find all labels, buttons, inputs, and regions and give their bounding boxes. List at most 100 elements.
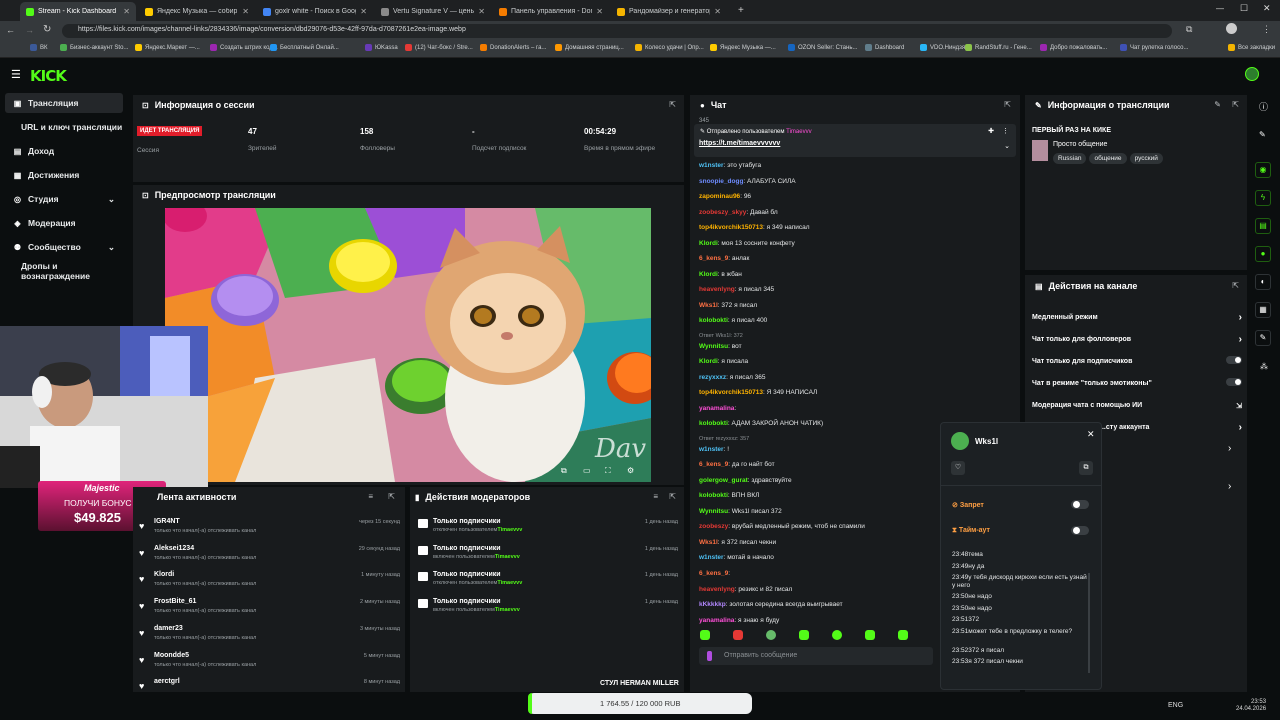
chat-username[interactable]: zoobeszy_skyy (699, 209, 746, 216)
kick-logo[interactable]: KICK (30, 67, 67, 85)
bookmark-item[interactable]: Все закладки (1228, 44, 1275, 51)
chat-username[interactable]: Wynnitsu (699, 343, 728, 350)
popout-icon[interactable]: ⇱ (388, 492, 395, 501)
reload-icon[interactable]: ↻ (43, 24, 51, 35)
emote-icon[interactable] (898, 630, 908, 640)
category-name[interactable]: Просто общение (1053, 141, 1107, 148)
lightning-icon[interactable]: ϟ (1255, 190, 1271, 206)
emote-icon[interactable] (799, 630, 809, 640)
popout-icon[interactable]: ⇱ (669, 492, 676, 501)
chat-username[interactable]: yanamalina (699, 617, 734, 624)
external-link-icon[interactable]: ⇲ (1236, 402, 1242, 410)
chevron-right-icon[interactable]: › (1228, 481, 1231, 492)
mask-icon[interactable]: ◐ (1255, 274, 1271, 290)
stream-tag[interactable]: русский (1129, 153, 1163, 164)
bookmark-item[interactable]: ЮKassa (365, 44, 398, 51)
theater-icon[interactable]: ▭ (583, 466, 591, 475)
tab-close-icon[interactable]: ✕ (123, 7, 130, 16)
hamburger-menu-icon[interactable]: ☰ (11, 68, 21, 81)
bookmark-item[interactable]: Бизнес-аккаунт Sto... (60, 44, 128, 51)
settings-icon[interactable]: ⚙ (627, 466, 634, 475)
bookmark-item[interactable]: DonationAlerts – га... (480, 44, 546, 51)
heart-icon[interactable]: ♡ (951, 461, 965, 475)
chevron-right-icon[interactable]: › (1239, 334, 1242, 345)
chat-username[interactable]: Wks1l (699, 302, 718, 309)
chevron-right-icon[interactable]: › (1228, 443, 1231, 454)
window-close-button[interactable]: ✕ (1263, 3, 1271, 14)
browser-tab[interactable]: Vertu Signature V — цены, ку✕ (375, 2, 491, 21)
ban-toggle[interactable] (1071, 500, 1089, 509)
scrollbar[interactable] (1088, 573, 1090, 673)
popout-icon[interactable]: ⇱ (1232, 281, 1239, 290)
chevron-down-icon[interactable]: ⌄ (108, 242, 115, 253)
url-field[interactable]: https://files.kick.com/images/channel-li… (62, 24, 1172, 38)
chat-username[interactable]: top4ikvorchik150713 (699, 224, 763, 231)
chat-username[interactable]: golergow_gurat (699, 477, 748, 484)
chat-username[interactable]: kolobokti (699, 317, 728, 324)
mic-icon[interactable] (707, 651, 712, 661)
bookmark-item[interactable]: (12) Чат-бокс / Stre... (405, 44, 473, 51)
browser-tab[interactable]: goxlr white - Поиск в Google ✕ (257, 2, 373, 21)
sidebar-item[interactable]: URL и ключ трансляции (5, 117, 123, 137)
back-icon[interactable]: ← (6, 25, 15, 35)
activity-username[interactable]: IGR4NT (154, 518, 180, 525)
activity-username[interactable]: aerctgrl (154, 678, 180, 685)
camera-icon[interactable]: ◉ (1255, 162, 1271, 178)
more-icon[interactable]: ⋮ (1002, 127, 1009, 135)
sidebar-item[interactable]: ◎ Студия ⌄ (5, 189, 123, 209)
bookmark-item[interactable]: Создать штрих код... (210, 44, 278, 51)
sidebar-item[interactable]: ▤ Доход (5, 141, 123, 161)
info-icon[interactable]: ⓘ (1259, 100, 1268, 113)
chat-username[interactable]: 6_kens_9 (699, 461, 728, 468)
browser-tab[interactable]: Stream - Kick Dashboard ✕ (20, 2, 136, 21)
tab-close-icon[interactable]: ✕ (242, 7, 249, 16)
chat-username[interactable]: kolobokti (699, 420, 728, 427)
emote-icon[interactable] (865, 630, 875, 640)
chat-username[interactable]: kKkkkkp (699, 601, 726, 608)
filter-icon[interactable]: ≡ (653, 492, 658, 501)
chat-username[interactable]: snoopie_dogg (699, 178, 743, 185)
channel-action-row[interactable]: Чат только для фолловеров › (1032, 334, 1242, 345)
popout-icon[interactable]: ⇱ (1004, 100, 1011, 109)
sidebar-item[interactable]: ▦ Достижения (5, 165, 123, 185)
bookmark-item[interactable]: Яндекс.Маркет —... (135, 44, 200, 51)
video-control-icon[interactable]: ⧉ (561, 466, 567, 476)
stream-tag[interactable]: общение (1089, 153, 1127, 164)
chat-username[interactable]: heavenlyng (699, 586, 735, 593)
chat-bubble-icon[interactable]: ● (1255, 246, 1271, 262)
chat-username[interactable]: Klordi (699, 271, 718, 278)
chat-username[interactable]: heavenlyng (699, 286, 735, 293)
tab-close-icon[interactable]: ✕ (714, 7, 721, 16)
channel-action-row[interactable]: Чат только для подписчиков (1032, 356, 1242, 365)
mod-action-user[interactable]: Timaevvv (497, 580, 522, 586)
user-avatar[interactable] (1245, 67, 1259, 81)
bookmark-item[interactable]: Домашняя страниц... (555, 44, 624, 51)
chat-username[interactable]: Klordi (699, 240, 718, 247)
taskbar-clock[interactable]: 23:53 24.04.2026 (1236, 699, 1266, 713)
emote-icon[interactable] (700, 630, 710, 640)
bookmark-item[interactable]: Чат рулетка голосо... (1120, 44, 1188, 51)
copy-icon[interactable]: ⧉ (1079, 461, 1093, 475)
forward-icon[interactable]: → (25, 25, 34, 35)
bookmark-item[interactable]: Яндекс Музыка —... (710, 44, 776, 51)
mod-action-user[interactable]: Timaevvv (497, 527, 522, 533)
timeout-toggle[interactable] (1071, 526, 1089, 535)
activity-username[interactable]: Klordi (154, 571, 174, 578)
bookmark-item[interactable]: VDO.Ниндзя (920, 44, 965, 51)
fullscreen-icon[interactable]: ⛶ (605, 466, 611, 476)
chat-username[interactable]: 6_kens_9 (699, 255, 728, 262)
bookmark-item[interactable]: ВК (30, 44, 48, 51)
dots-icon[interactable]: ⁂ (1260, 362, 1268, 371)
minimize-button[interactable]: — (1216, 4, 1224, 13)
pinned-link[interactable]: https://t.me/timaevvvvvv (699, 140, 780, 147)
sidebar-item[interactable]: ⚉ Сообщество ⌄ (5, 237, 123, 257)
chevron-down-icon[interactable]: ⌄ (1004, 142, 1010, 150)
bookmark-item[interactable]: RandStuff.ru - Гене... (965, 44, 1032, 51)
toggle-switch[interactable] (1226, 356, 1242, 364)
activity-username[interactable]: Aleksei1234 (154, 545, 194, 552)
channel-action-row[interactable]: Чат в режиме "только эмотиконы" (1032, 378, 1242, 387)
channel-action-row[interactable]: Медленный режим › (1032, 312, 1242, 323)
popout-icon[interactable]: ⇱ (669, 100, 676, 109)
chat-username[interactable]: 6_kens_9 (699, 570, 728, 577)
chevron-right-icon[interactable]: › (1239, 422, 1242, 433)
